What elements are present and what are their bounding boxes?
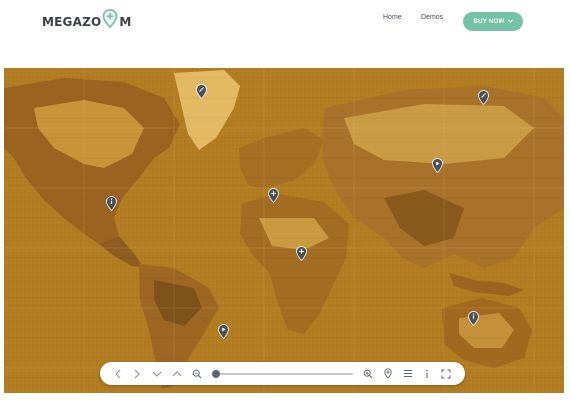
logo-text-right: M	[119, 15, 132, 29]
zoom-slider-thumb[interactable]	[212, 370, 220, 378]
fullscreen-icon[interactable]	[439, 366, 453, 381]
marker-europe[interactable]	[268, 188, 279, 203]
zoom-in-icon[interactable]	[361, 366, 375, 381]
chevron-right-icon[interactable]	[130, 366, 144, 381]
buy-now-label: BUY NOW	[473, 18, 505, 25]
world-map-image	[4, 68, 564, 393]
nav-demos-link[interactable]: Demos	[421, 14, 443, 21]
marker-siberia-east[interactable]	[478, 90, 489, 105]
marker-greenland[interactable]	[196, 84, 207, 99]
info-icon[interactable]	[420, 366, 434, 381]
buy-now-button[interactable]: BUY NOW	[463, 12, 523, 31]
chevron-left-icon[interactable]	[111, 366, 125, 381]
world-map[interactable]	[4, 68, 564, 393]
marker-africa[interactable]	[296, 246, 307, 261]
marker-south-america[interactable]	[218, 324, 229, 339]
zoom-out-icon[interactable]	[190, 366, 204, 381]
logo-pin-icon	[102, 9, 118, 29]
zoom-slider-track[interactable]	[215, 373, 353, 375]
chevron-up-icon[interactable]	[170, 366, 184, 381]
marker-australia[interactable]	[468, 311, 479, 326]
map-toolbar	[100, 362, 465, 385]
chevron-down-icon	[507, 19, 513, 25]
logo[interactable]: MEGAZO M	[42, 9, 132, 32]
site-header: MEGAZO M Home Demos BUY NOW	[0, 0, 571, 44]
menu-icon[interactable]	[401, 366, 415, 381]
logo-text-left: MEGAZO	[42, 15, 102, 29]
nav-home-link[interactable]: Home	[383, 14, 402, 21]
marker-russia[interactable]	[432, 158, 443, 173]
chevron-down-icon[interactable]	[150, 366, 164, 381]
location-pin-icon[interactable]	[381, 366, 395, 381]
marker-north-america[interactable]	[106, 196, 117, 211]
